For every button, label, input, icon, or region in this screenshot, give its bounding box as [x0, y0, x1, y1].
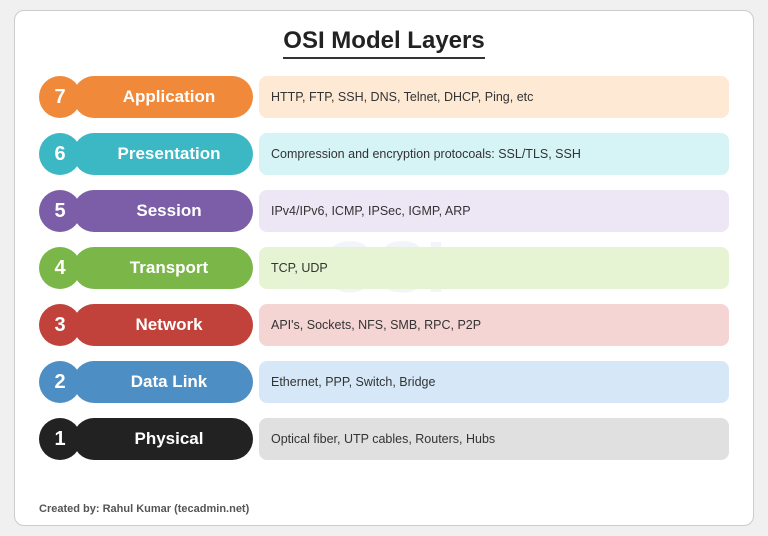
card: OSI Model Layers OSI 7ApplicationHTTP, F…	[14, 10, 754, 526]
layer-number-4: 4	[39, 247, 81, 289]
layer-desc-1: Optical fiber, UTP cables, Routers, Hubs	[259, 418, 729, 460]
layer-name-4: Transport	[73, 247, 253, 289]
layer-number-6: 6	[39, 133, 81, 175]
layer-name-5: Session	[73, 190, 253, 232]
footer-author: Rahul Kumar (tecadmin.net)	[103, 503, 250, 515]
footer-prefix: Created by:	[39, 503, 103, 515]
layer-name-7: Application	[73, 76, 253, 118]
page-title: OSI Model Layers	[283, 27, 484, 59]
layer-desc-4: TCP, UDP	[259, 247, 729, 289]
layer-row-7: 7ApplicationHTTP, FTP, SSH, DNS, Telnet,…	[39, 71, 729, 123]
layer-name-3: Network	[73, 304, 253, 346]
layer-row-2: 2Data LinkEthernet, PPP, Switch, Bridge	[39, 356, 729, 408]
layer-row-5: 5SessionIPv4/IPv6, ICMP, IPSec, IGMP, AR…	[39, 185, 729, 237]
layer-row-4: 4TransportTCP, UDP	[39, 242, 729, 294]
layer-row-3: 3NetworkAPI's, Sockets, NFS, SMB, RPC, P…	[39, 299, 729, 351]
layer-number-2: 2	[39, 361, 81, 403]
title-area: OSI Model Layers	[39, 27, 729, 59]
layers-container: 7ApplicationHTTP, FTP, SSH, DNS, Telnet,…	[39, 71, 729, 497]
layer-name-1: Physical	[73, 418, 253, 460]
layer-number-7: 7	[39, 76, 81, 118]
layer-number-3: 3	[39, 304, 81, 346]
layer-name-2: Data Link	[73, 361, 253, 403]
layer-desc-2: Ethernet, PPP, Switch, Bridge	[259, 361, 729, 403]
layer-row-6: 6PresentationCompression and encryption …	[39, 128, 729, 180]
layer-desc-3: API's, Sockets, NFS, SMB, RPC, P2P	[259, 304, 729, 346]
layer-number-1: 1	[39, 418, 81, 460]
layer-name-6: Presentation	[73, 133, 253, 175]
layer-row-1: 1PhysicalOptical fiber, UTP cables, Rout…	[39, 413, 729, 465]
layer-desc-5: IPv4/IPv6, ICMP, IPSec, IGMP, ARP	[259, 190, 729, 232]
layer-desc-6: Compression and encryption protocoals: S…	[259, 133, 729, 175]
footer: Created by: Rahul Kumar (tecadmin.net)	[39, 503, 729, 515]
layer-number-5: 5	[39, 190, 81, 232]
layer-desc-7: HTTP, FTP, SSH, DNS, Telnet, DHCP, Ping,…	[259, 76, 729, 118]
